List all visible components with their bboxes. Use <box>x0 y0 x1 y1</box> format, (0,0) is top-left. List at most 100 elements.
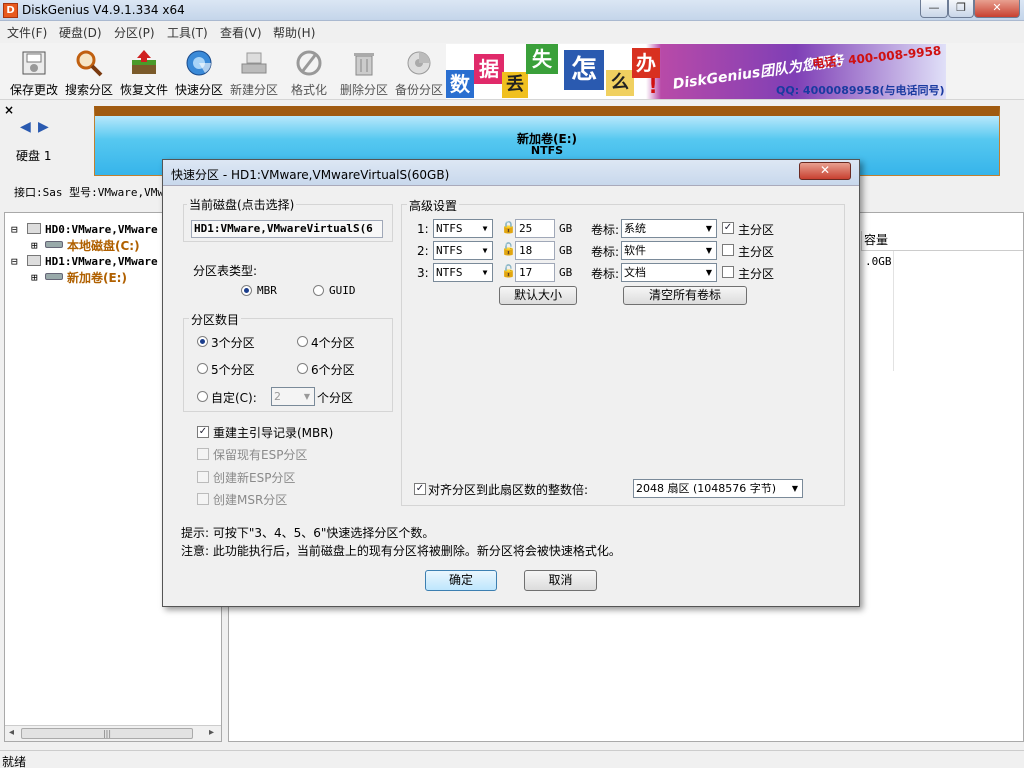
save-changes-button[interactable]: 保存更改 <box>8 45 60 97</box>
banner-char: 丢 <box>502 72 528 98</box>
default-size-button[interactable]: 默认大小 <box>499 286 577 305</box>
restore-button[interactable]: ❐ <box>948 0 974 18</box>
search-partition-button[interactable]: 搜索分区 <box>63 45 115 97</box>
size-input-3[interactable]: 17 <box>515 263 555 282</box>
quick-partition-button[interactable]: 快速分区 <box>173 45 225 97</box>
tree-expander[interactable]: ⊞ <box>31 239 38 252</box>
menu-view[interactable]: 查看(V) <box>220 24 262 41</box>
count-3-radio[interactable] <box>197 336 208 347</box>
volume-label-select-3[interactable]: 文档 ▼ <box>621 263 717 282</box>
minimize-button[interactable]: — <box>920 0 948 18</box>
create-esp-checkbox[interactable] <box>197 471 209 483</box>
title-bar: D DiskGenius V4.9.1.334 x64 — ❐ ✕ <box>0 0 1024 21</box>
custom-count-select[interactable]: 2 ▼ <box>271 387 315 406</box>
menu-file[interactable]: 文件(F) <box>7 24 47 41</box>
unlock-icon[interactable]: 🔓 <box>501 264 516 278</box>
delete-partition-button[interactable]: 删除分区 <box>338 45 390 97</box>
primary-label[interactable]: 主分区 <box>738 243 774 260</box>
hint-text: 提示: 可按下"3、4、5、6"快速选择分区个数。 <box>181 526 435 540</box>
column-header-capacity[interactable]: 容量 <box>861 231 1023 251</box>
tree-item-drive-e[interactable]: 新加卷(E:) <box>67 269 127 286</box>
tree-hscrollbar[interactable]: ◂ ||| ▸ <box>5 725 221 741</box>
custom-label[interactable]: 自定(C): <box>211 389 257 406</box>
ad-banner[interactable]: 数 据 丢 失 怎 么 办 ! DiskGenius团队为您服务 电话：400-… <box>446 44 946 99</box>
menu-tools[interactable]: 工具(T) <box>167 24 208 41</box>
menu-disk[interactable]: 硬盘(D) <box>59 24 102 41</box>
scroll-thumb[interactable]: ||| <box>21 728 193 739</box>
count-3-label[interactable]: 3个分区 <box>211 334 255 351</box>
toolbar-label: 保存更改 <box>9 83 58 97</box>
size-input-1[interactable]: 25 <box>515 219 555 238</box>
primary-checkbox-3[interactable] <box>722 266 734 278</box>
unlock-icon[interactable]: 🔓 <box>501 242 516 256</box>
tree-expander[interactable]: ⊞ <box>31 271 38 284</box>
window-close-button[interactable]: ✕ <box>974 0 1020 18</box>
banner-char: 怎 <box>564 50 604 90</box>
dialog-title-bar[interactable]: 快速分区 - HD1:VMware,VMwareVirtualS(60GB) ✕ <box>163 160 859 186</box>
tree-item-drive-c[interactable]: 本地磁盘(C:) <box>67 237 140 254</box>
recover-files-button[interactable]: 恢复文件 <box>118 45 170 97</box>
clear-labels-button[interactable]: 清空所有卷标 <box>623 286 747 305</box>
banner-char: 据 <box>474 54 504 84</box>
keep-esp-checkbox[interactable] <box>197 448 209 460</box>
rebuild-mbr-label[interactable]: 重建主引导记录(MBR) <box>213 424 333 441</box>
menu-partition[interactable]: 分区(P) <box>114 24 155 41</box>
align-checkbox[interactable]: ✓ <box>414 483 426 495</box>
tree-expander[interactable]: ⊟ <box>11 255 18 268</box>
count-6-radio[interactable] <box>297 363 308 374</box>
volume-fs: NTFS <box>530 144 564 157</box>
tree-item-hd1[interactable]: HD1:VMware,VMware <box>45 255 158 268</box>
scroll-right-icon[interactable]: ▸ <box>209 727 214 738</box>
count-6-label[interactable]: 6个分区 <box>311 361 355 378</box>
primary-label[interactable]: 主分区 <box>738 265 774 282</box>
window-title: DiskGenius V4.9.1.334 x64 <box>22 3 185 17</box>
toolbar-label: 快速分区 <box>174 83 223 97</box>
size-unit: GB <box>559 266 573 279</box>
new-partition-button[interactable]: 新建分区 <box>228 45 280 97</box>
create-esp-label[interactable]: 创建新ESP分区 <box>213 469 295 486</box>
keep-esp-label[interactable]: 保留现有ESP分区 <box>213 446 307 463</box>
fs-select-1[interactable]: NTFS ▼ <box>433 219 493 238</box>
create-msr-label[interactable]: 创建MSR分区 <box>213 491 287 508</box>
count-custom-radio[interactable] <box>197 391 208 402</box>
volume-label-text: 卷标: <box>591 245 620 259</box>
panel-close-icon[interactable]: × <box>4 103 14 117</box>
guid-radio[interactable] <box>313 285 324 296</box>
menu-help[interactable]: 帮助(H) <box>273 24 315 41</box>
primary-checkbox-1[interactable]: ✓ <box>722 222 734 234</box>
fs-select-3[interactable]: NTFS ▼ <box>433 263 493 282</box>
tree-item-hd0[interactable]: HD0:VMware,VMware <box>45 223 158 236</box>
count-5-label[interactable]: 5个分区 <box>211 361 255 378</box>
volume-label-text: 卷标: <box>591 223 620 237</box>
size-input-2[interactable]: 18 <box>515 241 555 260</box>
fs-select-2[interactable]: NTFS ▼ <box>433 241 493 260</box>
create-msr-checkbox[interactable] <box>197 493 209 505</box>
guid-label[interactable]: GUID <box>329 284 356 297</box>
primary-checkbox-2[interactable] <box>722 244 734 256</box>
count-5-radio[interactable] <box>197 363 208 374</box>
current-disk-field[interactable]: HD1:VMware,VMwareVirtualS(6 <box>191 220 383 238</box>
partition-icon <box>45 241 63 248</box>
volume-label-select-1[interactable]: 系统 ▼ <box>621 219 717 238</box>
count-4-radio[interactable] <box>297 336 308 347</box>
next-disk-icon[interactable]: ▶ <box>38 119 49 135</box>
toolbar-label: 恢复文件 <box>119 83 168 97</box>
volume-label-select-2[interactable]: 软件 ▼ <box>621 241 717 260</box>
prev-disk-icon[interactable]: ◀ <box>20 119 31 135</box>
rebuild-mbr-checkbox[interactable]: ✓ <box>197 426 209 438</box>
format-button[interactable]: 格式化 <box>283 45 335 97</box>
align-select[interactable]: 2048 扇区 (1048576 字节) ▼ <box>633 479 803 498</box>
mbr-label[interactable]: MBR <box>257 284 277 297</box>
backup-partition-button[interactable]: 备份分区 <box>393 45 445 97</box>
mbr-radio[interactable] <box>241 285 252 296</box>
lock-icon[interactable]: 🔒 <box>501 220 516 234</box>
primary-label[interactable]: 主分区 <box>738 221 774 238</box>
tree-expander[interactable]: ⊟ <box>11 223 18 236</box>
dialog-close-button[interactable]: ✕ <box>799 162 851 180</box>
ok-button[interactable]: 确定 <box>425 570 497 591</box>
count-4-label[interactable]: 4个分区 <box>311 334 355 351</box>
scroll-left-icon[interactable]: ◂ <box>9 727 14 738</box>
align-label[interactable]: 对齐分区到此扇区数的整数倍: <box>428 481 588 498</box>
partition-count-label: 分区数目 <box>189 311 242 328</box>
cancel-button[interactable]: 取消 <box>524 570 597 591</box>
